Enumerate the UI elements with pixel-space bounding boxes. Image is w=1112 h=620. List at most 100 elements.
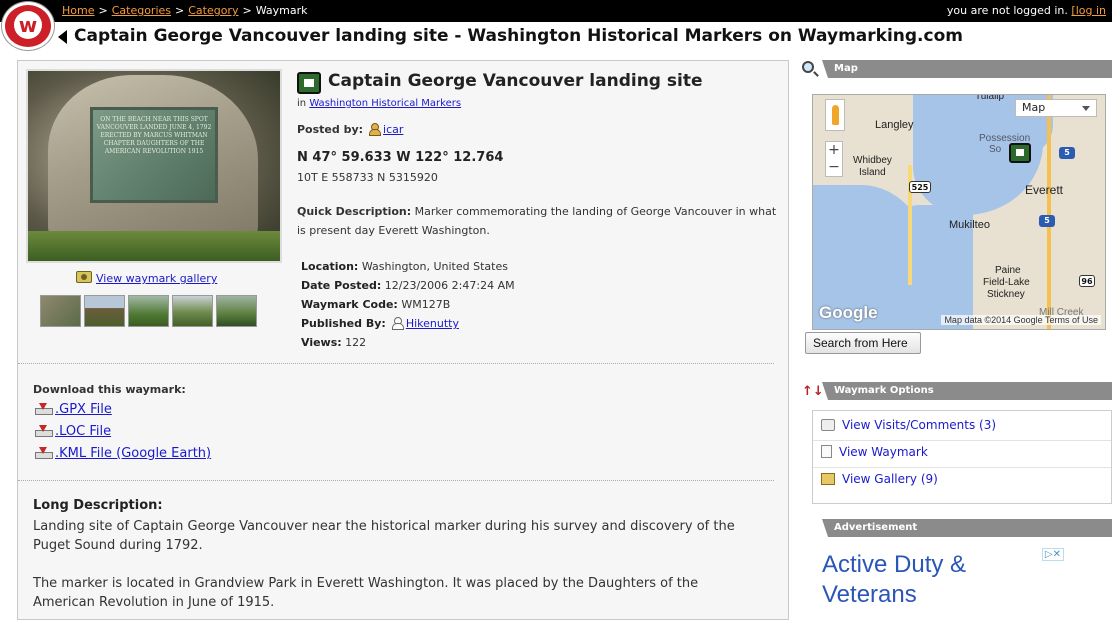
street-view-pegman-icon[interactable] — [825, 99, 845, 131]
date-row: Date Posted: 12/23/2006 2:47:24 AM — [301, 276, 515, 295]
thumbnail-1[interactable] — [40, 295, 81, 327]
plaque-image: ON THE BEACH NEAR THIS SPOT VANCOUVER LA… — [90, 107, 218, 203]
posted-by-link[interactable]: icar — [383, 123, 403, 136]
date-label: Date Posted: — [301, 279, 382, 292]
map-label-island: Island — [859, 167, 886, 178]
plaque-inscription: ON THE BEACH NEAR THIS SPOT VANCOUVER LA… — [96, 116, 212, 155]
in-label: in — [297, 98, 307, 109]
user-icon — [369, 123, 382, 136]
option-gallery-link[interactable]: View Gallery (9) — [842, 472, 938, 486]
breadcrumb-categories[interactable]: Categories — [112, 4, 171, 17]
view-gallery-link[interactable]: View waymark gallery — [96, 272, 217, 285]
coordinates: N 47° 59.633 W 122° 12.764 — [297, 150, 504, 165]
ad-panel-header: Advertisement — [822, 519, 1112, 537]
published-row: Published By: Hikenutty — [301, 314, 515, 333]
sr96-shield: 96 — [1079, 275, 1095, 287]
waymark-map-marker-icon[interactable] — [1009, 143, 1031, 163]
thumbnail-2[interactable] — [84, 295, 125, 327]
sr525-shield: 525 — [909, 181, 931, 193]
download-loc-link[interactable]: .LOC File — [55, 424, 111, 439]
gallery-link-row: View waymark gallery — [76, 271, 217, 285]
user-icon — [391, 317, 404, 330]
quick-description: Quick Description: Marker commemorating … — [297, 202, 777, 240]
map-road-i5 — [1047, 95, 1051, 329]
back-arrow-icon — [58, 30, 67, 44]
map-panel-title: Map — [834, 63, 858, 74]
divider — [18, 480, 774, 481]
top-bar: Home > Categories > Category > Waymark you are… — [0, 0, 1112, 22]
map-credit[interactable]: Map data ©2014 Google Terms of Use — [941, 315, 1101, 325]
date-value: 12/23/2006 2:47:24 AM — [384, 279, 515, 292]
camera-icon — [76, 271, 92, 283]
code-row: Waymark Code: WM127B — [301, 295, 515, 314]
ad-choices-close-icon[interactable]: ▷✕ — [1041, 548, 1064, 561]
option-gallery[interactable]: View Gallery (9) — [821, 472, 938, 486]
breadcrumb-current: Waymark — [255, 4, 308, 17]
grass-image — [28, 231, 280, 261]
ad-panel-title: Advertisement — [834, 522, 918, 533]
option-visits[interactable]: View Visits/Comments (3) — [821, 418, 996, 432]
options-divider — [813, 467, 1111, 468]
zoom-in-button[interactable]: + — [826, 142, 842, 159]
waymark-detail-panel: ON THE BEACH NEAR THIS SPOT VANCOUVER LA… — [17, 60, 789, 620]
options-panel-header: Waymark Options — [822, 382, 1112, 400]
download-icon — [35, 447, 53, 459]
location-value: Washington, United States — [361, 260, 508, 273]
option-waymark-link[interactable]: View Waymark — [839, 445, 928, 459]
option-waymark[interactable]: View Waymark — [821, 445, 928, 459]
login-status: you are not logged in. [log in — [947, 4, 1106, 17]
options-panel-title: Waymark Options — [834, 385, 934, 396]
map-label-langley: Langley — [875, 119, 914, 131]
views-label: Views: — [301, 336, 342, 349]
login-link[interactable]: [log in — [1071, 4, 1106, 17]
thumbnail-3[interactable] — [128, 295, 169, 327]
posted-by-label: Posted by: — [297, 123, 364, 136]
page-icon — [821, 445, 832, 458]
login-text: you are not logged in. — [946, 4, 1068, 17]
long-description-paragraph-2: The marker is located in Grandview Park … — [33, 576, 699, 610]
category-line: in Washington Historical Markers — [297, 98, 461, 109]
magnifier-icon — [802, 61, 814, 73]
gallery-icon — [821, 473, 835, 485]
map-label-whidbey: Whidbey — [853, 155, 892, 166]
google-logo: Google — [819, 303, 878, 322]
option-visits-link[interactable]: View Visits/Comments (3) — [842, 418, 996, 432]
thumbnail-5[interactable] — [216, 295, 257, 327]
published-by-link[interactable]: Hikenutty — [406, 317, 459, 330]
map-label-mukilteo: Mukilteo — [949, 219, 990, 231]
waymark-photo[interactable]: ON THE BEACH NEAR THIS SPOT VANCOUVER LA… — [26, 69, 282, 263]
quick-description-label: Quick Description: — [297, 205, 412, 218]
map-label-everett: Everett — [1025, 183, 1064, 197]
code-value: WM127B — [401, 298, 451, 311]
breadcrumb: Home > Categories > Category > Waymark — [62, 4, 308, 17]
waymark-options-list: View Visits/Comments (3) View Waymark Vi… — [812, 410, 1112, 504]
comment-icon — [821, 419, 835, 431]
waymarking-logo[interactable]: w — [2, 2, 54, 50]
map-panel-header: Map — [822, 60, 1112, 78]
gallery-thumbnails — [40, 295, 260, 330]
ad-text-line-2: Veterans — [822, 581, 917, 608]
thumbnail-4[interactable] — [172, 295, 213, 327]
breadcrumb-category[interactable]: Category — [188, 4, 238, 17]
download-kml-link[interactable]: .KML File (Google Earth) — [55, 446, 211, 461]
published-label: Published By: — [301, 317, 386, 330]
download-gpx-link[interactable]: .GPX File — [55, 402, 112, 417]
breadcrumb-home[interactable]: Home — [62, 4, 94, 17]
historical-marker-icon — [297, 72, 321, 94]
map-label-tulalip: Tulalip — [975, 94, 1005, 102]
advertisement[interactable]: ▷✕ Active Duty & Veterans — [812, 548, 1112, 620]
category-link[interactable]: Washington Historical Markers — [309, 98, 461, 109]
options-arrows-icon — [802, 384, 820, 400]
page-title: Captain George Vancouver landing site - … — [74, 26, 963, 46]
waymark-details: Location: Washington, United States Date… — [301, 257, 515, 352]
long-description-title: Long Description: — [33, 498, 163, 513]
long-description-paragraph-1: Landing site of Captain George Vancouver… — [33, 519, 735, 553]
code-label: Waymark Code: — [301, 298, 398, 311]
map-type-select[interactable]: Map — [1015, 99, 1097, 117]
search-from-here-button[interactable]: Search from Here — [805, 332, 921, 354]
location-label: Location: — [301, 260, 359, 273]
map-label-stickney: Stickney — [987, 289, 1025, 300]
map-widget[interactable]: Map + − Tulalip Langley Possession So Wh… — [812, 94, 1106, 330]
divider — [18, 363, 774, 364]
zoom-out-button[interactable]: − — [826, 159, 842, 176]
